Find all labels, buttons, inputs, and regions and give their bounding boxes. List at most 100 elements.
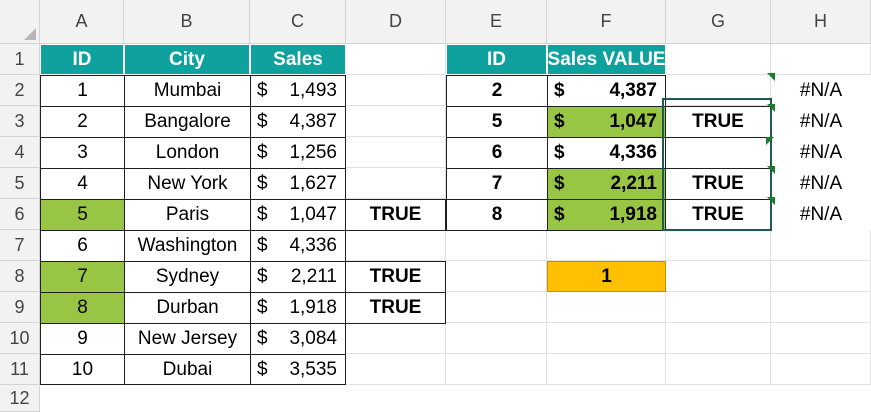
cell-h6-error[interactable]: #N/A xyxy=(771,199,871,230)
table1-header-id[interactable]: ID xyxy=(40,44,124,75)
table1-id-8[interactable]: 8 xyxy=(40,292,125,324)
row-header-9[interactable]: 9 xyxy=(0,292,40,323)
cell-d5[interactable] xyxy=(346,168,446,199)
table1-sales-7[interactable]: $2,211 xyxy=(250,261,346,293)
row-header-6[interactable]: 6 xyxy=(0,199,40,230)
cell-d1[interactable] xyxy=(346,44,446,75)
table1-city-3[interactable]: London xyxy=(124,137,251,169)
column-header-a[interactable]: A xyxy=(40,0,124,44)
error-indicator-icon[interactable] xyxy=(767,166,775,174)
table1-sales-1[interactable]: $1,493 xyxy=(250,75,346,107)
cell-f7[interactable] xyxy=(547,230,666,261)
table2-id-5[interactable]: 8 xyxy=(446,199,548,231)
table1-sales-2[interactable]: $4,387 xyxy=(250,106,346,138)
error-indicator-icon[interactable] xyxy=(766,137,774,145)
table1-city-6[interactable]: Washington xyxy=(124,230,251,262)
table1-city-1[interactable]: Mumbai xyxy=(124,75,251,107)
cell-g3-match[interactable]: TRUE xyxy=(665,106,771,138)
cell-d7[interactable] xyxy=(346,230,446,261)
column-header-d[interactable]: D xyxy=(346,0,446,44)
table2-id-1[interactable]: 2 xyxy=(446,75,548,107)
table1-city-10[interactable]: Dubai xyxy=(124,354,251,385)
table1-sales-5[interactable]: $1,047 xyxy=(250,199,346,231)
table2-id-3[interactable]: 6 xyxy=(446,137,548,169)
table1-id-10[interactable]: 10 xyxy=(40,354,125,385)
column-header-f[interactable]: F xyxy=(547,0,666,44)
cell-f11[interactable] xyxy=(547,354,666,385)
cell-g5-match[interactable]: TRUE xyxy=(665,168,771,200)
cell-e8[interactable] xyxy=(446,261,547,292)
cell-g7[interactable] xyxy=(666,230,771,261)
error-indicator-icon[interactable] xyxy=(767,73,775,81)
cell-h11[interactable] xyxy=(771,354,871,385)
table1-city-8[interactable]: Durban xyxy=(124,292,251,324)
cell-h1[interactable] xyxy=(771,44,871,75)
table2-value-4[interactable]: $2,211 xyxy=(547,168,666,200)
table1-id-7[interactable]: 7 xyxy=(40,261,125,293)
table1-id-4[interactable]: 4 xyxy=(40,168,125,200)
cell-g8[interactable] xyxy=(666,261,771,292)
cell-d4[interactable] xyxy=(346,137,446,168)
row-header-2[interactable]: 2 xyxy=(0,75,40,106)
column-header-c[interactable]: C xyxy=(250,0,346,44)
cell-e9[interactable] xyxy=(446,292,547,323)
cell-h2-error[interactable]: #N/A xyxy=(771,75,871,106)
table1-id-9[interactable]: 9 xyxy=(40,323,125,355)
table2-id-4[interactable]: 7 xyxy=(446,168,548,200)
cell-g10[interactable] xyxy=(666,323,771,354)
table1-sales-9[interactable]: $3,084 xyxy=(250,323,346,355)
column-header-h[interactable]: H xyxy=(771,0,871,44)
count-result-cell[interactable]: 1 xyxy=(547,261,666,292)
table1-city-4[interactable]: New York xyxy=(124,168,251,200)
table1-sales-3[interactable]: $1,256 xyxy=(250,137,346,169)
cell-f10[interactable] xyxy=(547,323,666,354)
table2-id-2[interactable]: 5 xyxy=(446,106,548,138)
cell-d6-match[interactable]: TRUE xyxy=(345,199,446,231)
row-header-10[interactable]: 10 xyxy=(0,323,40,354)
cell-e10[interactable] xyxy=(446,323,547,354)
cell-g6-match[interactable]: TRUE xyxy=(665,199,771,231)
cell-d11[interactable] xyxy=(346,354,446,385)
table1-header-city[interactable]: City xyxy=(124,44,250,75)
table2-value-5[interactable]: $1,918 xyxy=(547,199,666,231)
table1-city-7[interactable]: Sydney xyxy=(124,261,251,293)
row-header-5[interactable]: 5 xyxy=(0,168,40,199)
table1-city-2[interactable]: Bangalore xyxy=(124,106,251,138)
cell-h3-error[interactable]: #N/A xyxy=(771,106,871,137)
cell-h4-error[interactable]: #N/A xyxy=(771,137,871,168)
cell-d2[interactable] xyxy=(346,75,446,106)
column-header-g[interactable]: G xyxy=(666,0,771,44)
error-indicator-icon[interactable] xyxy=(767,104,775,112)
table2-value-3[interactable]: $4,336 xyxy=(547,137,666,169)
cell-g2[interactable] xyxy=(666,75,771,106)
table1-id-2[interactable]: 2 xyxy=(40,106,125,138)
row-header-1[interactable]: 1 xyxy=(0,44,40,75)
row-header-12[interactable]: 12 xyxy=(0,385,40,412)
cell-g9[interactable] xyxy=(666,292,771,323)
cell-d8-match[interactable]: TRUE xyxy=(345,261,446,293)
select-all-corner[interactable] xyxy=(0,0,40,44)
table1-id-3[interactable]: 3 xyxy=(40,137,125,169)
table1-id-5[interactable]: 5 xyxy=(40,199,125,231)
row-header-7[interactable]: 7 xyxy=(0,230,40,261)
table2-header-sales-value[interactable]: Sales VALUE xyxy=(547,44,666,75)
cell-e11[interactable] xyxy=(446,354,547,385)
row-header-8[interactable]: 8 xyxy=(0,261,40,292)
row-header-3[interactable]: 3 xyxy=(0,106,40,137)
cell-g1[interactable] xyxy=(666,44,771,75)
table1-id-1[interactable]: 1 xyxy=(40,75,125,107)
cell-g4[interactable] xyxy=(666,137,771,168)
cell-h9[interactable] xyxy=(771,292,871,323)
cell-e7[interactable] xyxy=(446,230,547,261)
table1-city-9[interactable]: New Jersey xyxy=(124,323,251,355)
cell-d3[interactable] xyxy=(346,106,446,137)
cell-h7[interactable] xyxy=(771,230,871,261)
error-indicator-icon[interactable] xyxy=(767,197,775,205)
table1-sales-6[interactable]: $4,336 xyxy=(250,230,346,262)
row-header-11[interactable]: 11 xyxy=(0,354,40,385)
table1-id-6[interactable]: 6 xyxy=(40,230,125,262)
table1-sales-4[interactable]: $1,627 xyxy=(250,168,346,200)
table2-header-id[interactable]: ID xyxy=(446,44,547,75)
table1-header-sales[interactable]: Sales xyxy=(250,44,346,75)
column-header-b[interactable]: B xyxy=(124,0,250,44)
